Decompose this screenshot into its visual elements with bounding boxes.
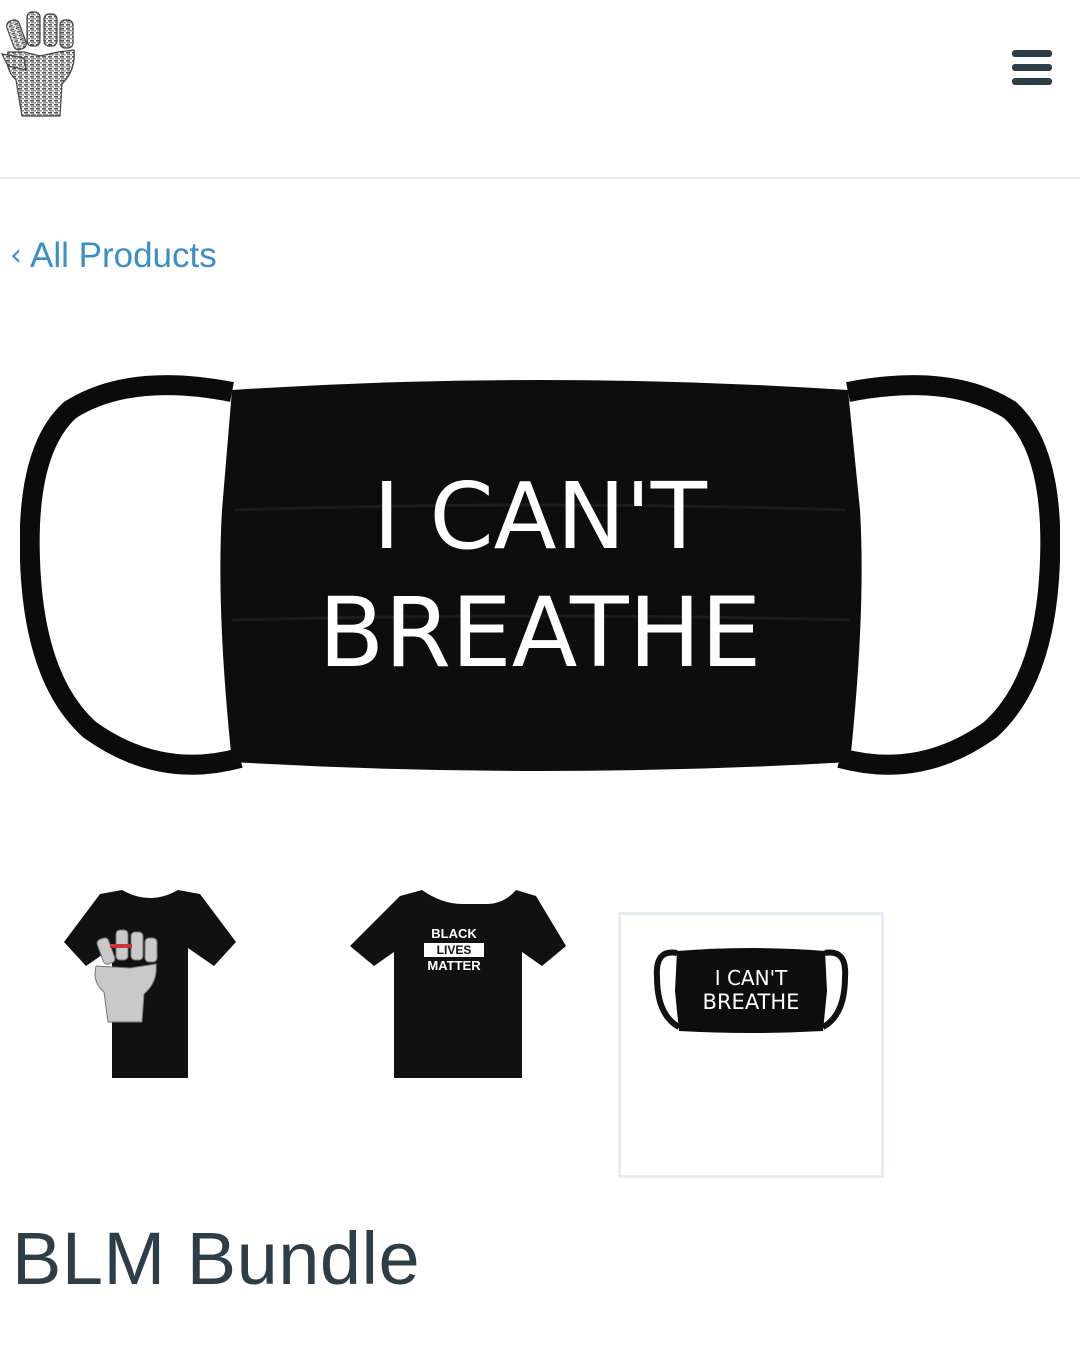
product-title: BLM Bundle bbox=[12, 1217, 421, 1300]
mask-body bbox=[220, 380, 862, 771]
thumbnail-i-cant-breathe-mask-selected[interactable]: I CAN'T BREATHE bbox=[618, 912, 884, 1178]
thumb3-line2: BREATHE bbox=[703, 990, 800, 1014]
thumb2-line1: BLACK bbox=[431, 926, 477, 941]
menu-bar bbox=[1012, 50, 1052, 57]
thumb2-line3: MATTER bbox=[427, 958, 481, 973]
hero-line2: BREATHE bbox=[319, 577, 762, 689]
hero-line1: I CAN'T bbox=[373, 463, 708, 570]
mask-ear-loop-right bbox=[837, 375, 1061, 775]
thumbnail-black-lives-matter-tshirt[interactable]: BLACK LIVES MATTER bbox=[338, 882, 578, 1092]
menu-bar bbox=[1012, 64, 1052, 71]
menu-bar bbox=[1012, 78, 1052, 85]
product-main-image[interactable]: I CAN'T BREATHE bbox=[19, 360, 1061, 790]
all-products-label: All Products bbox=[30, 236, 217, 275]
all-products-link[interactable]: ‹ All Products bbox=[10, 236, 217, 276]
thumb3-line1: I CAN'T bbox=[715, 966, 788, 990]
thumbnail-fist-tshirt[interactable] bbox=[30, 882, 270, 1092]
raised-fist-logo-icon[interactable] bbox=[0, 8, 80, 120]
thumb2-line2: LIVES bbox=[437, 943, 472, 957]
hamburger-menu-icon[interactable] bbox=[1008, 46, 1056, 90]
mask-ear-loop-left bbox=[19, 375, 243, 775]
chevron-left-icon: ‹ bbox=[10, 237, 22, 273]
site-header bbox=[0, 0, 1080, 179]
